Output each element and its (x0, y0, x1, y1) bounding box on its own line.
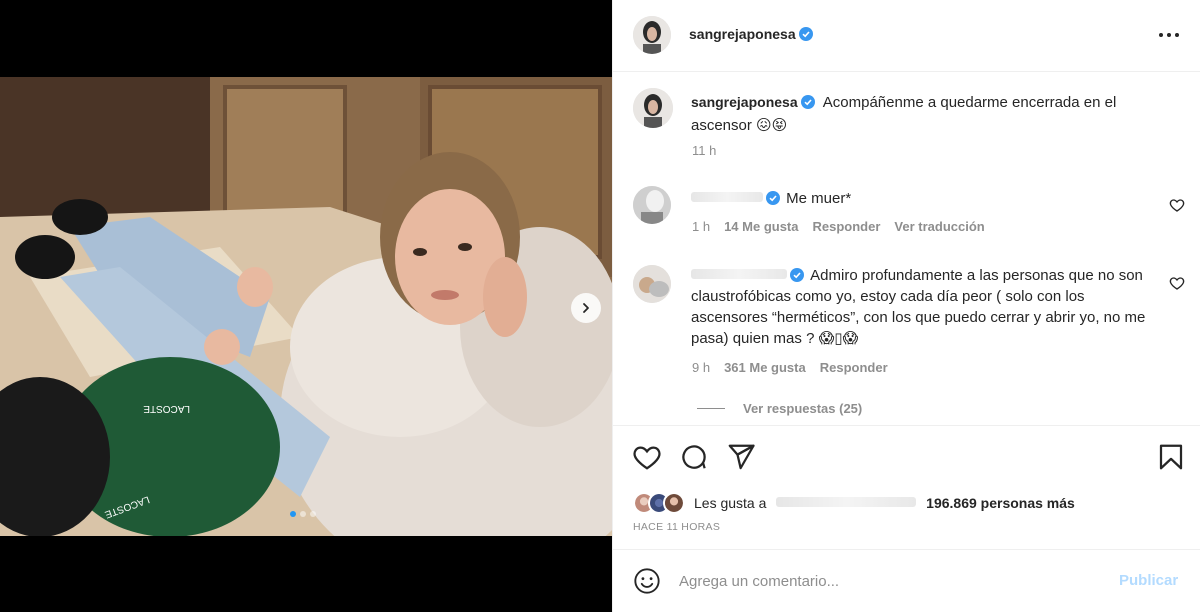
comment-1-reply-button[interactable]: Responder (813, 219, 881, 234)
caption-timestamp[interactable]: 11 h (692, 143, 716, 158)
comment-icon[interactable] (679, 442, 709, 472)
divider (613, 549, 1200, 550)
comment-1-time[interactable]: 1 h (692, 219, 710, 234)
comment-avatar[interactable] (633, 186, 671, 224)
post-photo-illustration: LACOSTE LACOSTE (0, 77, 612, 536)
more-options-icon[interactable] (1153, 22, 1185, 48)
share-icon[interactable] (726, 442, 756, 472)
liker-username-redacted[interactable] (776, 497, 917, 507)
likes-prefix: Les gusta a (694, 495, 767, 511)
carousel-indicator (290, 511, 316, 517)
verified-badge-icon (766, 191, 780, 205)
heart-icon[interactable] (632, 442, 662, 472)
comment-1: Me muer* (691, 188, 1161, 209)
author-username[interactable]: sangrejaponesa (689, 26, 796, 42)
publish-button[interactable]: Publicar (1119, 572, 1178, 589)
heart-icon[interactable] (1169, 275, 1185, 291)
carousel-dot (310, 511, 316, 517)
comment-avatar[interactable] (633, 265, 671, 303)
post-header: sangrejaponesa (613, 0, 1200, 72)
post-details-panel: sangrejaponesa sangrejaponesa Acompáñenm… (612, 0, 1200, 612)
caption-username[interactable]: sangrejaponesa (691, 94, 798, 110)
caption-author-avatar[interactable] (633, 88, 673, 128)
likes-count[interactable]: 196.869 personas más (926, 495, 1075, 511)
carousel-dot-active (290, 511, 296, 517)
comment-input[interactable] (679, 569, 1099, 593)
post-age[interactable]: HACE 11 HORAS (633, 521, 720, 533)
view-replies-label: Ver respuestas (25) (743, 401, 863, 416)
verified-badge-icon (798, 27, 813, 41)
emoji-icon[interactable] (633, 567, 661, 595)
comment-2-username-redacted[interactable] (691, 269, 787, 279)
bookmark-icon[interactable] (1156, 442, 1186, 472)
divider (613, 425, 1200, 426)
post-caption: sangrejaponesa Acompáñenme a quedarme en… (691, 91, 1171, 137)
comment-1-username-redacted[interactable] (691, 192, 763, 202)
author-avatar[interactable] (633, 16, 671, 54)
author-username-row: sangrejaponesa (689, 26, 813, 43)
comment-1-translate-button[interactable]: Ver traducción (894, 219, 984, 234)
verified-badge-icon (790, 268, 804, 282)
verified-badge-icon (800, 95, 815, 109)
heart-icon[interactable] (1169, 197, 1185, 213)
comment-2: Admiro profundamente a las personas que … (691, 265, 1161, 349)
bag-brand-text: LACOSTE (143, 403, 190, 414)
comment-1-text: Me muer* (786, 190, 852, 207)
likes-text: Les gusta a 196.869 personas más (694, 495, 1075, 511)
comment-1-meta: 1 h 14 Me gusta Responder Ver traducción (692, 219, 985, 234)
chevron-right-icon (583, 303, 589, 313)
comment-2-reply-button[interactable]: Responder (820, 360, 888, 375)
post-photo[interactable]: LACOSTE LACOSTE (0, 77, 612, 536)
comment-2-time[interactable]: 9 h (692, 360, 710, 375)
view-replies-button[interactable]: Ver respuestas (25) (697, 401, 862, 416)
replies-divider-line (697, 408, 725, 409)
carousel-next-button[interactable] (571, 293, 601, 323)
comment-2-text: Admiro profundamente a las personas que … (691, 267, 1146, 347)
media-viewer: LACOSTE LACOSTE (0, 0, 612, 612)
likes-summary[interactable]: Les gusta a 196.869 personas más (633, 492, 1075, 514)
comment-2-meta: 9 h 361 Me gusta Responder (692, 360, 888, 375)
liker-avatar (663, 492, 685, 514)
carousel-dot (300, 511, 306, 517)
comment-2-likes[interactable]: 361 Me gusta (724, 360, 806, 375)
comment-1-likes[interactable]: 14 Me gusta (724, 219, 798, 234)
